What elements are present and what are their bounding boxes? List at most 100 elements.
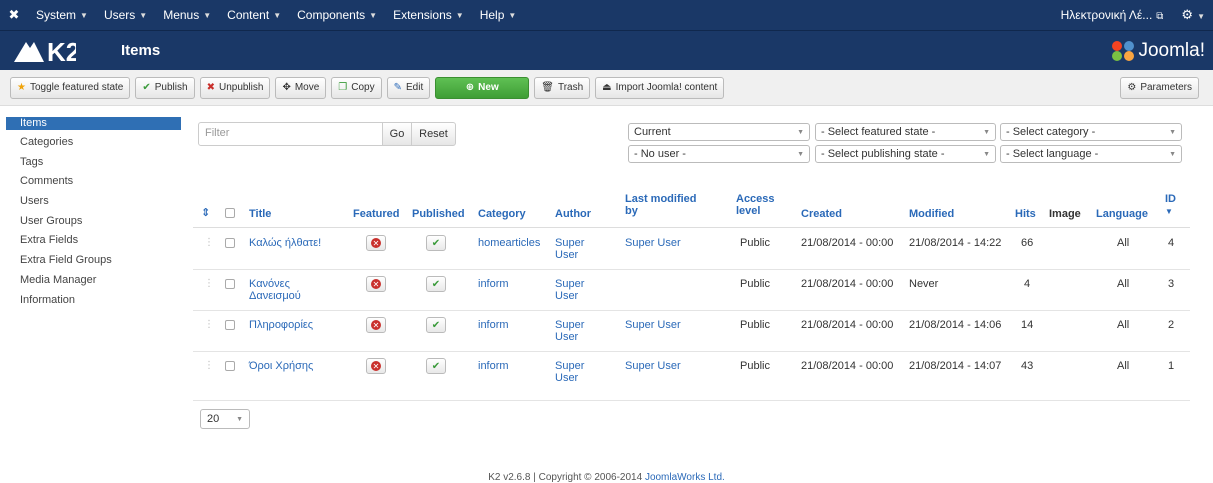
drag-handle-icon[interactable]: ⋮ [204,278,214,289]
header-category[interactable]: Category [478,208,526,220]
user-menu-gear-icon[interactable]: ⚙ ▼ [1171,7,1213,23]
author-link[interactable]: Super User [555,278,584,302]
category-link[interactable]: inform [478,360,509,372]
menu-users[interactable]: Users ▼ [96,0,155,30]
publish-button[interactable]: ✔ Publish [135,76,195,99]
select-all-checkbox[interactable] [225,208,235,221]
unpublish-button[interactable]: ✖ Unpublish [199,76,271,99]
trash-button[interactable]: 🗑 Trash [534,76,591,99]
sidebar-item-user-groups[interactable]: User Groups [6,213,181,233]
featured-toggle-button[interactable]: ✕ [366,276,386,292]
header-hits[interactable]: Hits [1015,208,1036,220]
menu-system[interactable]: System ▼ [28,0,96,30]
drag-handle-icon[interactable]: ⋮ [204,360,214,371]
item-title-link[interactable]: Κανόνες Δανεισμού [249,278,301,302]
language-value: All [1117,278,1130,290]
row-checkbox[interactable] [225,320,235,333]
featured-toggle-button[interactable]: ✕ [366,235,386,251]
checkbox[interactable] [225,320,235,330]
header-created[interactable]: Created [801,208,842,220]
checkbox[interactable] [225,208,235,218]
search-input[interactable]: Filter [198,122,383,146]
header-featured[interactable]: Featured [353,208,399,220]
move-button[interactable]: ✥ Move [275,76,327,99]
modified-by-link[interactable]: Super User [625,319,681,331]
sidebar-item-items[interactable]: Items [6,117,181,130]
header-last-modified-by[interactable]: Last modified by [625,193,697,217]
modified-date: 21/08/2014 - 14:06 [909,319,1002,331]
copy-button[interactable]: ❐ Copy [331,76,382,99]
import-button[interactable]: ⏏ Import Joomla! content [595,76,725,99]
go-button[interactable]: Go [382,122,412,146]
sidebar-item-comments[interactable]: Comments [6,173,181,193]
drag-handle-icon[interactable]: ⋮ [204,237,214,248]
trash-state-select[interactable]: Current ▼ [628,123,810,141]
language-select[interactable]: - Select language - ▼ [1000,145,1182,163]
button-label: Toggle featured state [29,82,124,93]
sidebar-item-information[interactable]: Information [6,292,181,312]
item-title-link[interactable]: Όροι Χρήσης [249,360,313,372]
modified-by-link[interactable]: Super User [625,360,681,372]
header-id[interactable]: ID ▼ [1165,193,1176,217]
reset-button[interactable]: Reset [411,122,456,146]
header-modified[interactable]: Modified [909,208,954,220]
menu-extensions[interactable]: Extensions ▼ [385,0,472,30]
joomla-menu-icon[interactable]: ✖ [0,7,28,23]
featured-toggle-button[interactable]: ✕ [366,317,386,333]
row-checkbox[interactable] [225,238,235,251]
header-author[interactable]: Author [555,208,591,220]
menu-components[interactable]: Components ▼ [289,0,385,30]
menu-content[interactable]: Content ▼ [219,0,289,30]
row-checkbox[interactable] [225,279,235,292]
author-link[interactable]: Super User [555,360,584,384]
featured-toggle-button[interactable]: ✕ [366,358,386,374]
list-limit-select[interactable]: 20 ▼ [200,409,250,429]
menu-help[interactable]: Help ▼ [472,0,525,30]
header-language[interactable]: Language [1096,208,1148,220]
sidebar-item-media-manager[interactable]: Media Manager [6,272,181,292]
user-select[interactable]: - No user - ▼ [628,145,810,163]
author-link[interactable]: Super User [555,319,584,343]
header-title[interactable]: Title [249,208,271,220]
published-toggle-button[interactable]: ✔ [426,276,446,292]
row-checkbox[interactable] [225,361,235,374]
drag-handle-icon[interactable]: ⋮ [204,319,214,330]
checkbox[interactable] [225,279,235,289]
category-select[interactable]: - Select category - ▼ [1000,123,1182,141]
checkbox[interactable] [225,361,235,371]
header-published[interactable]: Published [412,208,465,220]
caret-down-icon: ▼ [369,10,378,20]
category-link[interactable]: homearticles [478,237,540,249]
footer-text: K2 v2.6.8 | Copyright © 2006-2014 [488,472,645,483]
footer-link[interactable]: JoomlaWorks Ltd. [645,472,725,483]
menu-menus[interactable]: Menus ▼ [155,0,219,30]
sidebar-item-extra-fields[interactable]: Extra Fields [6,232,181,252]
chevron-down-icon: ▼ [797,128,804,136]
sidebar-item-users[interactable]: Users [6,193,181,213]
new-button[interactable]: ⊕ New [435,76,530,99]
published-toggle-button[interactable]: ✔ [426,235,446,251]
sidebar-item-extra-field-groups[interactable]: Extra Field Groups [6,252,181,272]
header-image: Image [1049,208,1081,220]
sort-ordering-icon[interactable]: ⇕ [201,206,210,219]
toggle-featured-button[interactable]: ★ Toggle featured state [10,76,131,99]
category-link[interactable]: inform [478,319,509,331]
sidebar-item-categories[interactable]: Categories [6,134,181,154]
modified-by-link[interactable]: Super User [625,237,681,249]
edit-button[interactable]: ✎ Edit [386,76,431,99]
site-link[interactable]: Ηλεκτρονική Λέ... ⧉ [1053,8,1172,22]
published-toggle-button[interactable]: ✔ [426,358,446,374]
author-link[interactable]: Super User [555,237,584,261]
menu-label: Menus [163,8,200,22]
published-toggle-button[interactable]: ✔ [426,317,446,333]
item-title-link[interactable]: Πληροφορίες [249,319,313,331]
sidebar-item-tags[interactable]: Tags [6,154,181,174]
parameters-button[interactable]: ⚙ Parameters [1120,76,1199,99]
category-link[interactable]: inform [478,278,509,290]
publishing-state-select[interactable]: - Select publishing state - ▼ [815,145,996,163]
unfeatured-icon: ✕ [371,279,381,289]
featured-state-select[interactable]: - Select featured state - ▼ [815,123,996,141]
item-title-link[interactable]: Καλώς ήλθατε! [249,237,321,249]
checkbox[interactable] [225,238,235,248]
header-access-level[interactable]: Access level [736,193,775,217]
